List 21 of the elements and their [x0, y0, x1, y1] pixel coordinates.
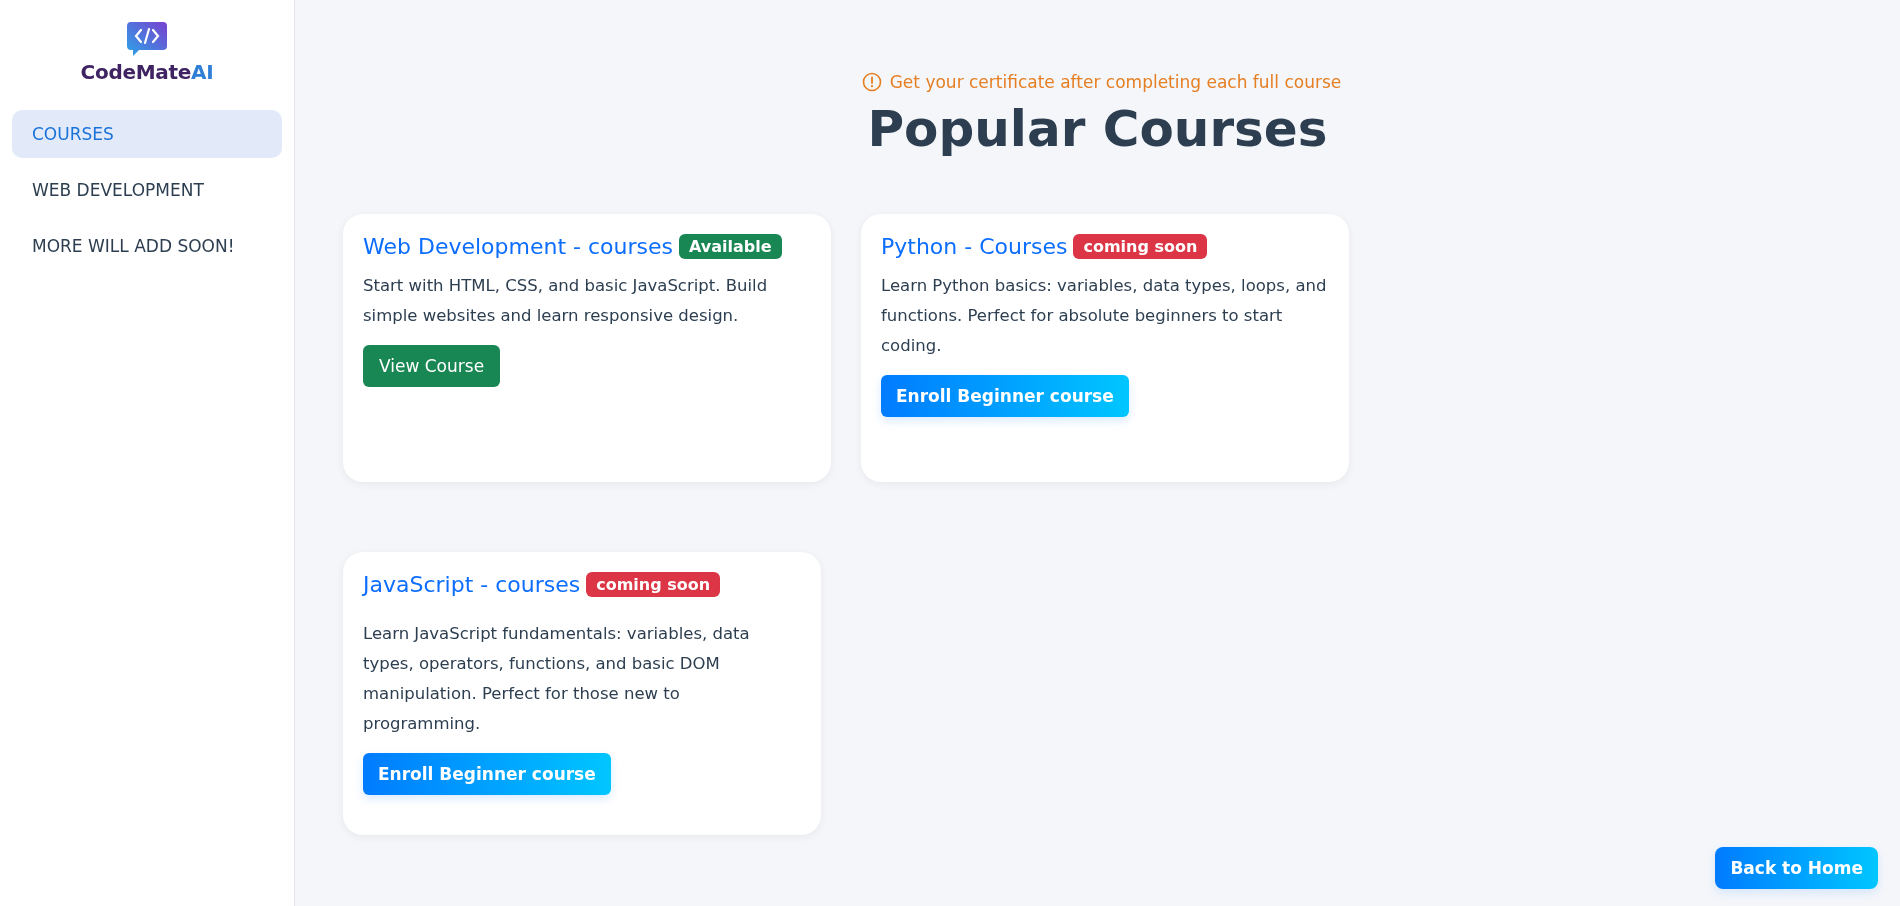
- logo-icon: [127, 22, 167, 56]
- back-to-home-button[interactable]: Back to Home: [1715, 847, 1878, 889]
- enroll-button[interactable]: Enroll Beginner course: [363, 753, 611, 795]
- course-description: Start with HTML, CSS, and basic JavaScript. Build simple websites and learn responsive design.: [363, 275, 769, 327]
- warning-icon: [861, 72, 882, 92]
- sidebar-item[interactable]: COURSES: [12, 110, 282, 158]
- course-title: JavaScript - courses: [363, 572, 581, 597]
- brand-name: CodeMateAI: [80, 60, 214, 84]
- sidebar-item[interactable]: WEB DEVELOPMENT: [12, 166, 282, 214]
- course-title: Python - Courses: [881, 234, 1068, 259]
- status-badge: coming soon: [1073, 234, 1208, 259]
- page-title: Popular Courses: [867, 100, 1328, 158]
- course-description: Learn JavaScript fundamentals: variables, data types, operators, functions, and basic DOM manipulation. Perfect for those new to programming.: [363, 623, 751, 735]
- status-badge: Available: [679, 234, 782, 259]
- certificate-notice: Get your certificate after completing each full course: [889, 72, 1342, 92]
- status-badge: coming soon: [586, 572, 721, 597]
- course-title: Web Development - courses: [363, 234, 673, 259]
- sidebar-item[interactable]: MORE WILL ADD SOON!: [12, 222, 282, 270]
- course-description: Learn Python basics: variables, data types, loops, and functions. Perfect for absolute beginners to start coding.: [881, 275, 1328, 357]
- enroll-button[interactable]: Enroll Beginner course: [881, 375, 1129, 417]
- view-course-button[interactable]: View Course: [363, 345, 501, 387]
